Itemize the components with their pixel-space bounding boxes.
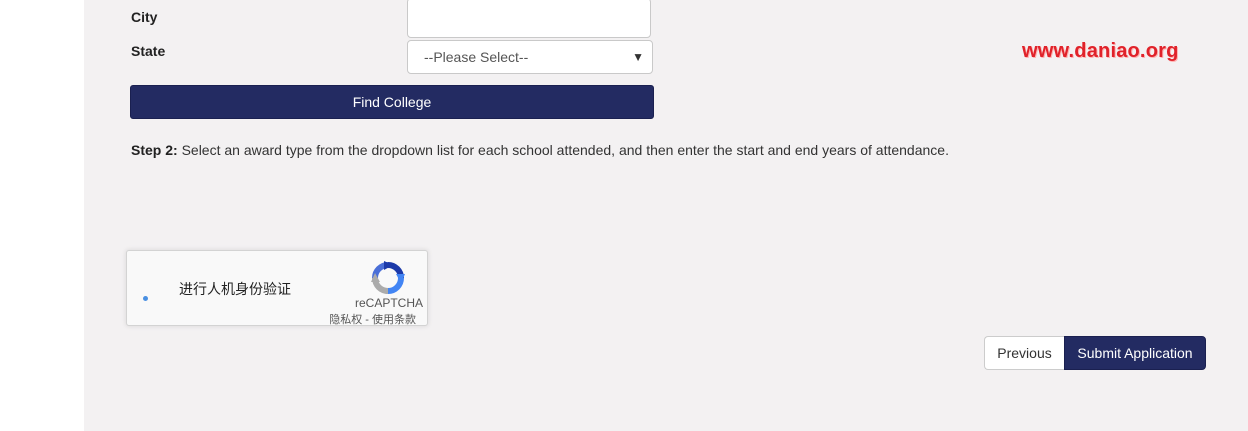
state-select[interactable]: --Please Select-- ▼ <box>407 40 653 74</box>
submit-application-button[interactable]: Submit Application <box>1064 336 1206 370</box>
state-select-value: --Please Select-- <box>424 49 529 65</box>
recaptcha-spinner-icon <box>143 296 148 301</box>
step2-instructions: Step 2: Select an award type from the dr… <box>131 142 949 158</box>
recaptcha-widget[interactable]: 进行人机身份验证 reCAPTCHA 隐私权 - 使用条款 <box>126 250 428 326</box>
recaptcha-logo-icon <box>371 261 405 294</box>
caret-down-icon: ▼ <box>632 50 644 64</box>
find-college-button[interactable]: Find College <box>130 85 654 119</box>
watermark: www.daniao.org <box>1022 40 1179 62</box>
step2-text: Select an award type from the dropdown l… <box>177 142 949 158</box>
recaptcha-label: 进行人机身份验证 <box>179 281 291 297</box>
previous-button[interactable]: Previous <box>984 336 1064 370</box>
step2-prefix: Step 2: <box>131 142 178 158</box>
state-label: State <box>131 43 166 59</box>
recaptcha-brand: reCAPTCHA <box>354 296 423 310</box>
city-input[interactable] <box>407 0 651 38</box>
recaptcha-privacy-terms-links[interactable]: 隐私权 - 使用条款 <box>329 311 416 327</box>
left-margin <box>0 0 84 431</box>
city-label: City <box>131 9 158 25</box>
